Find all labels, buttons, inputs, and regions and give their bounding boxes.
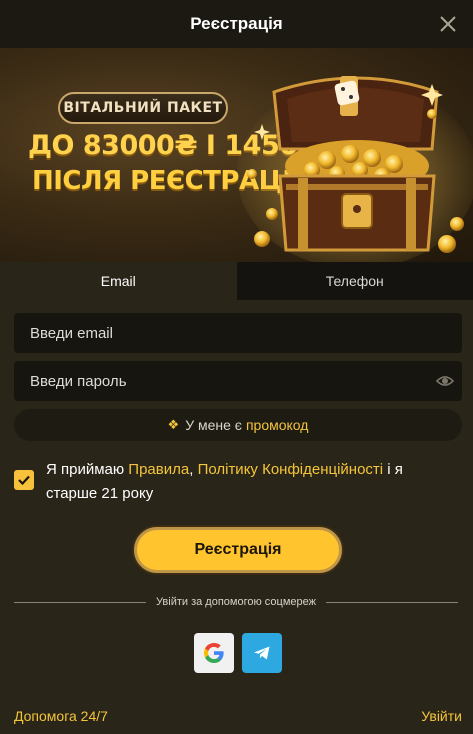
modal-header: Реєстрація [0,0,473,48]
social-divider: Увійти за допомогою соцмереж [14,594,458,610]
help-link[interactable]: Допомога 24/7 [14,708,108,724]
close-icon[interactable] [437,13,459,35]
terms-text: Я приймаю Правила, Політику Конфіденційн… [46,461,403,502]
tab-phone[interactable]: Телефон [236,262,473,300]
promo-prefix: У мене є [185,417,242,433]
page-title: Реєстрація [190,14,283,33]
promo-link[interactable]: промокод [246,417,309,433]
telegram-login-button[interactable] [242,633,282,673]
google-login-button[interactable] [194,633,234,673]
password-field[interactable] [14,361,462,401]
treasure-chest-image [237,76,473,262]
telegram-icon [254,646,270,660]
password-input[interactable] [30,372,410,390]
banner-badge: ВІТАЛЬНИЙ ПАКЕТ [58,92,228,124]
terms-checkbox[interactable] [14,470,34,490]
login-link[interactable]: Увійти [421,708,462,724]
ticket-icon: ❖ [167,417,180,432]
register-button[interactable]: Реєстрація [134,527,342,573]
rules-link[interactable]: Правила [128,461,189,478]
email-field[interactable] [14,313,462,353]
tab-email[interactable]: Email [0,262,237,300]
promo-code-toggle[interactable]: ❖ У мене є промокод [14,409,462,441]
promo-banner: ВІТАЛЬНИЙ ПАКЕТ ДО 83000₴ І 1450FS ПІСЛЯ… [0,48,473,262]
checkmark-icon [18,475,30,486]
eye-icon[interactable] [436,372,454,390]
social-divider-label: Увійти за допомогою соцмереж [156,596,316,608]
privacy-policy-link[interactable]: Політику Конфіденційності [198,461,384,478]
email-input[interactable] [30,324,410,342]
google-icon [204,643,224,663]
auth-tabs: Email Телефон [0,262,473,300]
